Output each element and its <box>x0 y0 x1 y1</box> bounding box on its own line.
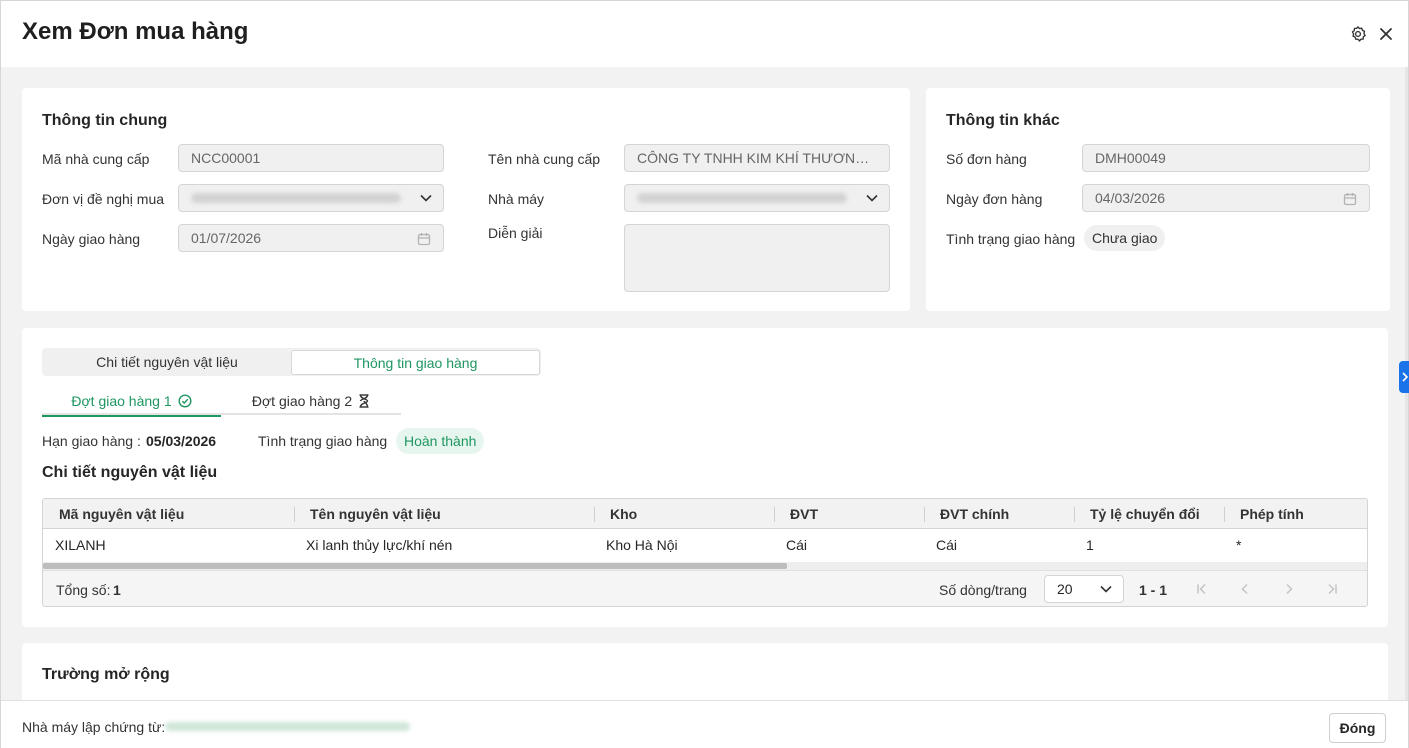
hourglass-icon <box>359 394 369 408</box>
supplier-name-label: Tên nhà cung cấp <box>488 151 601 167</box>
calendar-icon <box>417 233 431 246</box>
tab-delivery-info[interactable]: Thông tin giao hàng <box>291 350 540 375</box>
delivery-date-value: 01/07/2026 <box>191 230 262 246</box>
order-no-field[interactable]: DMH00049 <box>1082 144 1370 172</box>
cell-material-code: XILANH <box>55 537 106 553</box>
dialog-header: Xem Đơn mua hàng <box>1 1 1408 67</box>
order-date-value: 04/03/2026 <box>1095 190 1166 206</box>
batch-tab-1-label: Đợt giao hàng 1 <box>71 393 172 409</box>
requesting-unit-select[interactable] <box>178 184 444 212</box>
order-date-label: Ngày đơn hàng <box>946 191 1043 207</box>
col-operation[interactable]: Phép tính <box>1224 499 1304 529</box>
general-info-title: Thông tin chung <box>42 112 168 129</box>
deadline-label: Hạn giao hàng : <box>42 433 141 449</box>
close-button[interactable]: Đóng <box>1329 713 1386 743</box>
batch-tab-1[interactable]: Đợt giao hàng 1 <box>42 387 221 417</box>
redacted-factory-value <box>165 722 410 731</box>
order-no-label: Số đơn hàng <box>946 151 1027 167</box>
last-page-icon[interactable] <box>1324 581 1340 597</box>
cell-conversion-rate: 1 <box>1086 537 1094 553</box>
dialog-title: Xem Đơn mua hàng <box>22 18 249 45</box>
dialog-body: Thông tin chung Mã nhà cung cấp NCC00001… <box>1 67 1408 700</box>
table-row[interactable]: XILANH Xi lanh thủy lực/khí nén Kho Hà N… <box>43 529 1367 562</box>
material-table: Mã nguyên vật liệu Tên nguyên vật liệu K… <box>42 498 1368 607</box>
supplier-code-field[interactable]: NCC00001 <box>178 144 444 172</box>
other-info-title: Thông tin khác <box>946 112 1060 129</box>
cell-operation: * <box>1236 537 1242 553</box>
total-label: Tổng số: <box>56 582 111 598</box>
batch-status-label: Tình trạng giao hàng <box>258 433 388 449</box>
col-material-code[interactable]: Mã nguyên vật liệu <box>43 499 184 529</box>
chevron-down-icon <box>420 194 432 202</box>
col-main-unit[interactable]: ĐVT chính <box>924 499 1009 529</box>
purchase-order-dialog: Xem Đơn mua hàng Thông tin chung Mã nhà … <box>0 0 1409 748</box>
redacted-value <box>637 193 847 203</box>
page-range: 1 - 1 <box>1139 582 1168 598</box>
factory-label: Nhà máy <box>488 191 545 207</box>
description-label: Diễn giải <box>488 225 543 241</box>
batch-tab-2-label: Đợt giao hàng 2 <box>251 393 353 409</box>
col-material-name[interactable]: Tên nguyên vật liệu <box>294 499 441 529</box>
next-page-icon[interactable] <box>1281 581 1297 597</box>
delivery-date-field[interactable]: 01/07/2026 <box>178 224 444 252</box>
total-value: 1 <box>113 582 121 598</box>
other-info-card: Thông tin khác Số đơn hàng DMH00049 Ngày… <box>926 88 1390 311</box>
redacted-value <box>191 193 401 203</box>
first-page-icon[interactable] <box>1194 581 1210 597</box>
delivery-status-badge: Chưa giao <box>1084 225 1166 251</box>
prev-page-icon[interactable] <box>1237 581 1253 597</box>
cell-unit: Cái <box>786 537 808 553</box>
factory-select[interactable] <box>624 184 890 212</box>
scrollbar-thumb[interactable] <box>43 563 787 569</box>
tab-material-detail[interactable]: Chi tiết nguyên vật liệu <box>44 350 290 375</box>
close-icon[interactable] <box>1375 23 1397 45</box>
col-conversion-rate[interactable]: Tỷ lệ chuyển đổi <box>1074 499 1200 529</box>
horizontal-scrollbar[interactable] <box>43 562 1367 570</box>
cell-material-name: Xi lanh thủy lực/khí nén <box>306 537 453 553</box>
cell-warehouse: Kho Hà Nội <box>606 537 678 553</box>
chevron-right-icon <box>1402 372 1409 382</box>
general-info-card: Thông tin chung Mã nhà cung cấp NCC00001… <box>22 88 910 311</box>
side-panel-toggle[interactable] <box>1399 361 1409 393</box>
description-textarea[interactable] <box>624 224 890 292</box>
deadline-value: 05/03/2026 <box>146 433 217 449</box>
gear-icon[interactable] <box>1347 23 1369 45</box>
col-unit[interactable]: ĐVT <box>774 499 818 529</box>
extension-title: Trường mở rộng <box>42 666 170 683</box>
rows-per-page-select[interactable]: 20 <box>1044 575 1124 603</box>
rows-per-page-label: Số dòng/trang <box>939 582 1027 598</box>
rows-per-page-value: 20 <box>1057 581 1073 597</box>
delivery-batch-tabs: Đợt giao hàng 1 Đợt giao hàng 2 <box>42 387 401 417</box>
supplier-name-field[interactable]: CÔNG TY TNHH KIM KHÍ THƯƠNG ... <box>624 144 890 172</box>
delivery-status-label: Tình trạng giao hàng <box>946 231 1076 247</box>
batch-tab-2[interactable]: Đợt giao hàng 2 <box>221 387 401 415</box>
extension-card: Trường mở rộng <box>22 643 1388 700</box>
requesting-unit-label: Đơn vị đề nghị mua <box>42 191 165 207</box>
col-warehouse[interactable]: Kho <box>594 499 637 529</box>
table-header: Mã nguyên vật liệu Tên nguyên vật liệu K… <box>43 499 1367 529</box>
main-tabs: Chi tiết nguyên vật liệu Thông tin giao … <box>42 348 541 376</box>
check-circle-icon <box>178 394 192 408</box>
cell-main-unit: Cái <box>936 537 958 553</box>
supplier-code-label: Mã nhà cung cấp <box>42 151 150 167</box>
order-date-field[interactable]: 04/03/2026 <box>1082 184 1370 212</box>
document-factory-label: Nhà máy lập chứng từ: <box>22 719 166 735</box>
batch-status-badge: Hoàn thành <box>396 428 485 454</box>
calendar-icon <box>1343 193 1357 206</box>
material-detail-title: Chi tiết nguyên vật liệu <box>42 464 218 481</box>
delivery-date-label: Ngày giao hàng <box>42 231 141 247</box>
dialog-footer: Nhà máy lập chứng từ: Đóng <box>1 700 1408 748</box>
table-footer: Tổng số: 1 Số dòng/trang 20 1 - 1 <box>43 570 1367 606</box>
chevron-down-icon <box>866 194 878 202</box>
chevron-down-icon <box>1100 585 1112 593</box>
